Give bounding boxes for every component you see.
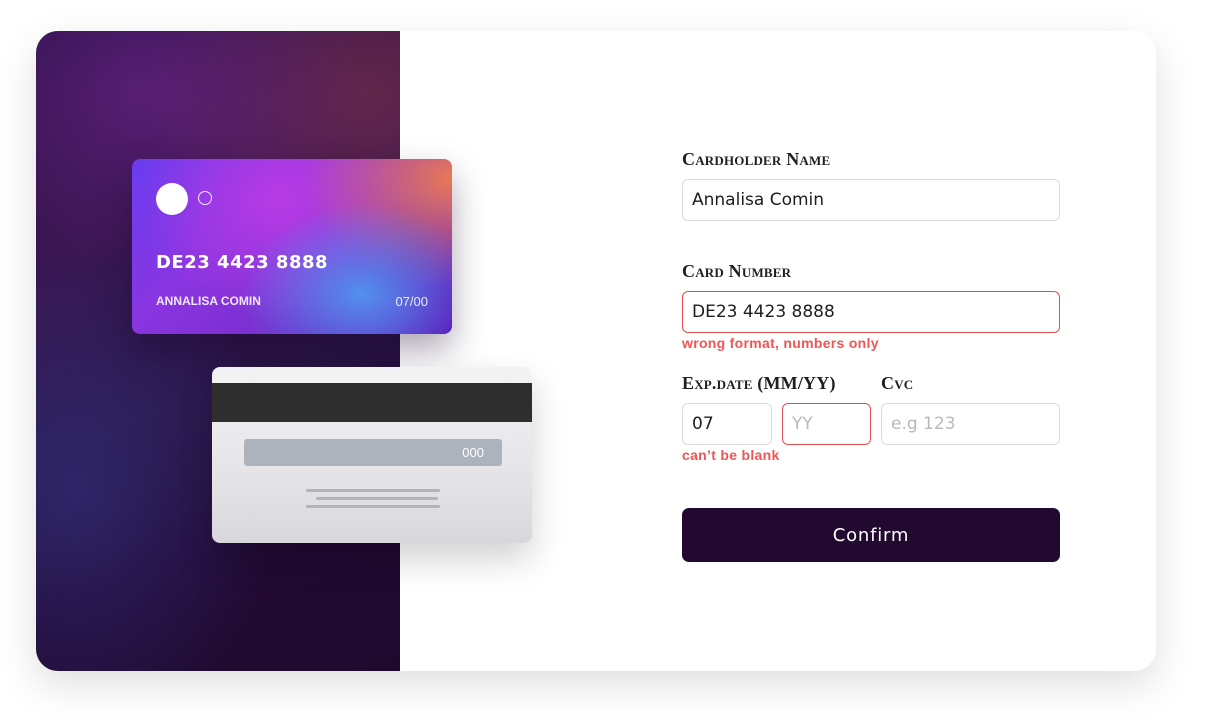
card-back-fine-print [306, 489, 440, 513]
magnetic-stripe [212, 383, 532, 422]
confirm-button[interactable]: Confirm [682, 508, 1060, 562]
card-front-holder-name: ANNALISA COMIN [156, 294, 261, 308]
card-back-cvc: 000 [462, 445, 484, 460]
expiry-year-input[interactable] [782, 403, 871, 445]
card-back-preview: 000 [212, 367, 532, 543]
card-number-error: wrong format, numbers only [682, 335, 879, 351]
expiry-month-input[interactable] [682, 403, 772, 445]
cvc-label: Cvc [881, 373, 914, 393]
card-details-form: Cardholder Name Card Number wrong format… [682, 31, 1060, 671]
cvc-input[interactable] [881, 403, 1060, 445]
expiry-error: can’t be blank [682, 447, 780, 463]
card-logo-circle-small [198, 191, 212, 205]
cardholder-name-input[interactable] [682, 179, 1060, 221]
card-front-preview: DE23 4423 8888 ANNALISA COMIN 07/00 [132, 159, 452, 334]
card-front-expiry: 07/00 [395, 294, 428, 309]
signature-strip: 000 [244, 439, 502, 466]
card-number-label: Card Number [682, 261, 792, 281]
card-logo-circle-large [156, 183, 188, 215]
payment-card-window: DE23 4423 8888 ANNALISA COMIN 07/00 000 … [36, 31, 1156, 671]
expiry-date-label: Exp.date (MM/YY) [682, 373, 836, 393]
left-decorative-panel: DE23 4423 8888 ANNALISA COMIN 07/00 000 [36, 31, 532, 671]
card-number-input[interactable] [682, 291, 1060, 333]
cardholder-name-label: Cardholder Name [682, 149, 831, 169]
card-front-number: DE23 4423 8888 [156, 252, 329, 273]
